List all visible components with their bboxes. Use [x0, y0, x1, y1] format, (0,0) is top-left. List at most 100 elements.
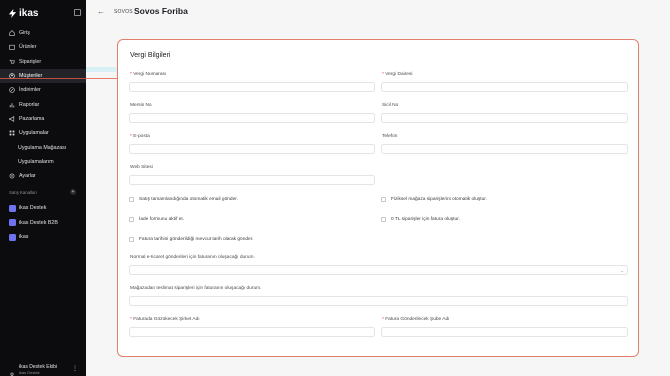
invoice-branch-label: * Fatura Gönderilecek Şube Adı — [382, 317, 449, 322]
zero-tl-checkbox-row[interactable]: 0 TL siparişler için fatura oluştur. — [381, 217, 460, 222]
chevron-down-icon: ⌄ — [620, 268, 624, 273]
email-label: * E-posta — [130, 134, 150, 139]
sidebar-item-app-store[interactable]: Uygulama Mağazası — [0, 140, 86, 154]
einvoice-status-select[interactable]: ⌄ — [129, 265, 628, 275]
mersis-label: Mersis No — [130, 103, 152, 108]
brand-name: ikas — [19, 8, 39, 19]
sidebar-item-label: Uygulamalar — [19, 130, 49, 137]
breadcrumb: SOVOS — [114, 9, 133, 15]
sidebar-item-discounts[interactable]: İndirimler — [0, 83, 86, 97]
invoice-branch-input[interactable] — [381, 327, 628, 337]
sidebar-item-label: İndirimler — [19, 87, 41, 94]
cart-icon — [9, 59, 15, 65]
sidebar-item-reports[interactable]: Raporlar — [0, 97, 86, 111]
channel-logo-icon — [9, 233, 16, 241]
sidebar-item-label: Uygulamalarım — [18, 158, 54, 165]
required-mark: * — [382, 72, 384, 77]
sales-channels-title: Satış Kanalları — [9, 190, 37, 195]
bolt-icon — [8, 9, 17, 18]
auto-email-label: Satış tamamlandığında otomatik email gön… — [139, 197, 238, 202]
channel-label: ikas Destek — [19, 205, 47, 212]
required-mark: * — [382, 317, 384, 322]
channel-label: ikas Destek B2B — [19, 219, 58, 226]
phone-label: Telefon — [382, 134, 398, 139]
sidebar-item-marketing[interactable]: Pazarlama — [0, 112, 86, 126]
required-mark: * — [130, 134, 132, 139]
chart-icon — [9, 102, 15, 108]
return-form-label: İade formunu aktif et. — [139, 217, 185, 222]
channel-logo-icon — [9, 219, 16, 227]
auto-email-checkbox-row[interactable]: Satış tamamlandığında otomatik email gön… — [129, 197, 238, 202]
channel-item[interactable]: ikas Destek — [0, 201, 86, 216]
grid-icon — [9, 130, 15, 136]
sidebar-item-label: Uygulama Mağazası — [18, 144, 67, 151]
physical-store-checkbox[interactable] — [381, 197, 386, 202]
invoice-branch-label-text: Fatura Gönderilecek Şube Adı — [385, 317, 450, 322]
home-icon — [9, 30, 15, 36]
brand-logo[interactable]: ikas — [8, 8, 38, 19]
page-header: ← SOVOS Sovos Foriba — [86, 0, 670, 24]
zero-tl-checkbox[interactable] — [381, 217, 386, 222]
sidebar-item-products[interactable]: Ürünler — [0, 40, 86, 54]
tax-office-label-text: Vergi Dairesi — [385, 72, 413, 77]
sidebar-item-orders[interactable]: Siparişler — [0, 55, 86, 69]
invoice-company-label: * Faturada Gözükecek Şirket Adı — [130, 317, 200, 322]
sidebar-item-label: Ürünler — [19, 44, 37, 51]
channel-list: ikas Destek ikas Destek B2B ikas — [0, 201, 86, 245]
store-delivery-label: Mağazadan teslimat siparişleri için fatu… — [130, 286, 262, 291]
return-form-checkbox-row[interactable]: İade formunu aktif et. — [129, 217, 184, 222]
back-arrow-icon[interactable]: ← — [97, 7, 105, 16]
sidebar-item-label: Ayarlar — [19, 173, 36, 180]
user-subtitle: ikas Destek — [19, 370, 40, 375]
sidebar-item-apps[interactable]: Uygulamalar — [0, 126, 86, 140]
email-label-text: E-posta — [133, 134, 150, 139]
tax-number-label-text: Vergi Numarası — [133, 72, 167, 77]
discount-icon — [9, 87, 15, 94]
collapse-sidebar-icon[interactable] — [74, 9, 81, 16]
sidebar-item-my-apps[interactable]: Uygulamalarım — [0, 155, 86, 169]
sidebar-item-label: Raporlar — [19, 101, 40, 108]
channel-item[interactable]: ikas Destek B2B — [0, 216, 86, 231]
sidebar-item-label: Siparişler — [19, 58, 42, 65]
sidebar-item-label: Giriş — [19, 30, 30, 37]
user-avatar-icon — [9, 365, 15, 376]
auto-email-checkbox[interactable] — [129, 197, 134, 202]
physical-store-checkbox-row[interactable]: Fiziksel mağaza siparişlerini otomatik o… — [381, 197, 487, 202]
channel-label: ikas — [19, 234, 29, 241]
current-date-checkbox-row[interactable]: Fatura tarihini gönderildiği mevcut tari… — [129, 237, 253, 242]
registry-input[interactable] — [381, 113, 628, 123]
sidebar-item-home[interactable]: Giriş — [0, 26, 86, 40]
zero-tl-label: 0 TL siparişler için fatura oluştur. — [391, 217, 460, 222]
website-input[interactable] — [129, 175, 375, 185]
return-form-checkbox[interactable] — [129, 217, 134, 222]
required-mark: * — [130, 317, 132, 322]
tax-info-card: Vergi Bilgileri * Vergi Numarası * Vergi… — [117, 39, 639, 357]
sidebar-nav: Giriş Ürünler Siparişler Müşteriler İndi… — [0, 26, 86, 183]
gear-icon — [9, 173, 15, 179]
tax-office-input[interactable] — [381, 82, 628, 92]
physical-store-label: Fiziksel mağaza siparişlerini otomatik o… — [391, 197, 487, 202]
sidebar-item-settings[interactable]: Ayarlar — [0, 169, 86, 183]
box-icon — [9, 44, 15, 51]
mersis-input[interactable] — [129, 113, 375, 123]
email-field[interactable] — [129, 144, 375, 154]
tax-office-label: * Vergi Dairesi — [382, 72, 412, 77]
registry-label: Sicil No — [382, 103, 399, 108]
store-delivery-select[interactable] — [129, 296, 628, 306]
phone-input[interactable] — [381, 144, 628, 154]
tax-number-label: * Vergi Numarası — [130, 72, 166, 77]
card-title: Vergi Bilgileri — [130, 52, 171, 59]
page-title: Sovos Foriba — [134, 6, 188, 16]
tax-number-input[interactable] — [129, 82, 375, 92]
current-date-label: Fatura tarihini gönderildiği mevcut tari… — [139, 237, 254, 242]
invoice-company-label-text: Faturada Gözükecek Şirket Adı — [133, 317, 200, 322]
user-menu[interactable]: ikas Destek Ekibi ikas Destek ⋮ — [0, 360, 86, 376]
current-date-checkbox[interactable] — [129, 237, 134, 242]
sidebar-item-customers[interactable]: Müşteriler — [0, 68, 86, 84]
channel-item[interactable]: ikas — [0, 230, 86, 245]
more-vertical-icon[interactable]: ⋮ — [72, 365, 78, 372]
invoice-company-input[interactable] — [129, 327, 375, 337]
einvoice-status-label: Normal e-ticaret gönderileri için fatura… — [130, 255, 255, 260]
megaphone-icon — [9, 115, 15, 122]
add-channel-button[interactable]: + — [70, 189, 76, 195]
